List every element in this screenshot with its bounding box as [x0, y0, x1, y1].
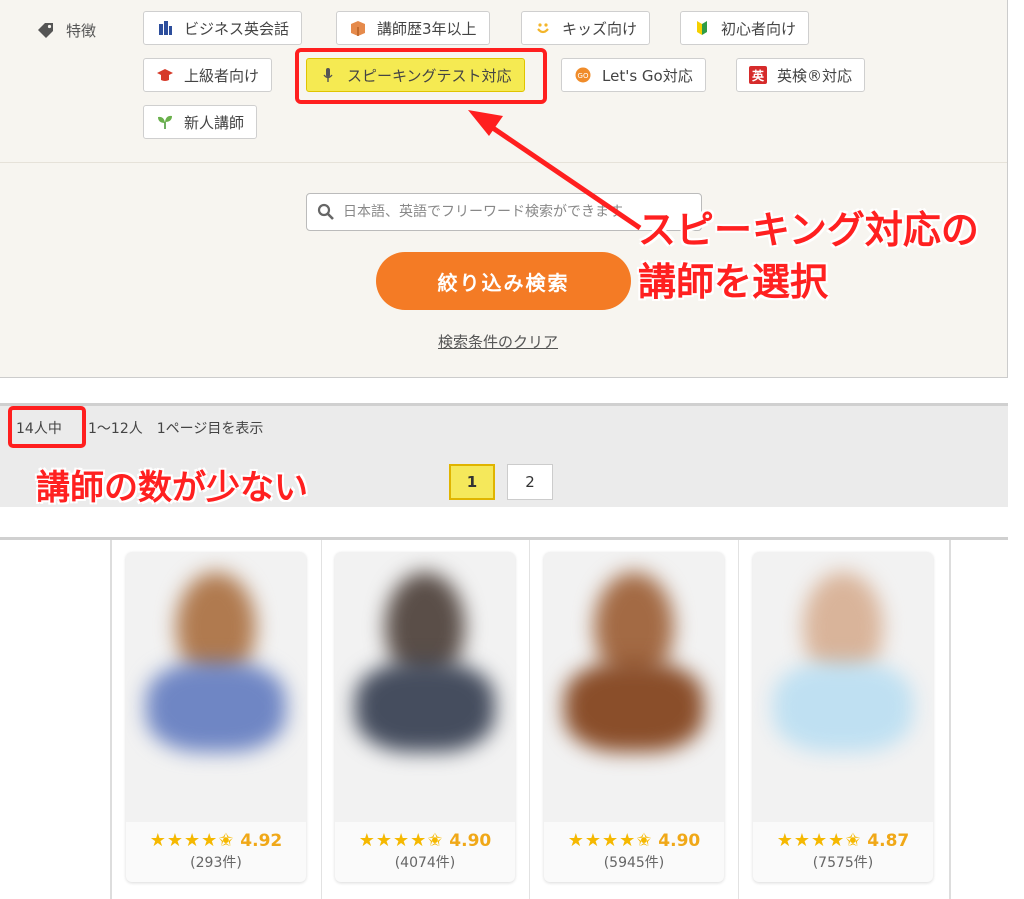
chip-label: キッズ向け: [562, 19, 638, 38]
feature-label-row: 特徴: [36, 20, 96, 41]
smile-icon: [534, 19, 552, 37]
chip-eiken[interactable]: 英 英検®対応: [736, 58, 866, 92]
teacher-card[interactable]: ★★★★✬ 4.92 (293件): [126, 552, 306, 882]
result-range: 1〜12人 1ページ目を表示: [88, 421, 264, 437]
star-rating-icon: ★★★★✬: [567, 830, 653, 851]
beginner-mark-icon: [693, 19, 711, 37]
teacher-card[interactable]: ★★★★✬ 4.90 (4074件): [335, 552, 515, 882]
chip-label: 講師歴3年以上: [377, 19, 477, 38]
teacher-photo: [544, 552, 724, 822]
teacher-card[interactable]: ★★★★✬ 4.90 (5945件): [544, 552, 724, 882]
teacher-rating: ★★★★✬ 4.90: [544, 830, 724, 851]
chip-business-english[interactable]: ビジネス英会話: [143, 11, 303, 45]
star-rating-icon: ★★★★✬: [776, 830, 862, 851]
microphone-icon: [319, 66, 337, 84]
annotation-few-teachers: 講師の数が少ない: [36, 468, 308, 508]
review-count: (7575件): [812, 855, 874, 871]
review-count: (4074件): [394, 855, 456, 871]
review-count: (293件): [190, 855, 242, 871]
box-icon: [349, 19, 367, 37]
rating-value: 4.90: [449, 831, 492, 851]
teacher-rating: ★★★★✬ 4.92: [126, 830, 306, 851]
chip-beginner[interactable]: 初心者向け: [680, 11, 810, 45]
page-button-2[interactable]: 2: [507, 464, 553, 500]
svg-text:GO: GO: [578, 72, 589, 80]
result-count-highlight: [8, 406, 86, 448]
chip-kids[interactable]: キッズ向け: [521, 11, 651, 45]
grid-column-line: [321, 540, 322, 899]
rating-value: 4.92: [240, 831, 283, 851]
chip-speaking-test[interactable]: スピーキングテスト対応: [306, 58, 525, 92]
grid-column-line: [529, 540, 530, 899]
chip-advanced[interactable]: 上級者向け: [143, 58, 273, 92]
graduation-cap-icon: [156, 66, 174, 84]
filter-search-button[interactable]: 絞り込み検索: [376, 252, 631, 310]
teacher-rating: ★★★★✬ 4.87: [753, 830, 933, 851]
teacher-photo: [335, 552, 515, 822]
chip-label: Let's Go対応: [602, 66, 693, 85]
teacher-card[interactable]: ★★★★✬ 4.87 (7575件): [753, 552, 933, 882]
filter-panel: [0, 0, 1008, 378]
teacher-rating: ★★★★✬ 4.90: [335, 830, 515, 851]
tag-icon: [38, 22, 53, 38]
chip-label: 英検®対応: [777, 66, 853, 85]
review-count: (5945件): [603, 855, 665, 871]
chip-label: ビジネス英会話: [184, 19, 290, 38]
chip-label: 初心者向け: [721, 19, 797, 38]
chip-label: 新人講師: [184, 113, 245, 132]
search-icon: [317, 203, 334, 220]
panel-divider: [0, 162, 1007, 163]
annotation-line-2: 講師を選択: [638, 260, 829, 304]
feature-label: 特徴: [66, 22, 97, 40]
letsgo-icon: GO: [574, 66, 592, 84]
star-rating-icon: ★★★★✬: [358, 830, 444, 851]
teacher-photo: [753, 552, 933, 822]
building-icon: [156, 19, 174, 37]
sprout-icon: [156, 113, 174, 131]
page-button-1[interactable]: 1: [449, 464, 495, 500]
annotation-select-speaking: スピーキング対応の 講師を選択: [638, 204, 979, 308]
grid-column-line: [738, 540, 739, 899]
chip-lets-go[interactable]: GO Let's Go対応: [561, 58, 706, 92]
chip-new-teacher[interactable]: 新人講師: [143, 105, 258, 139]
clear-conditions-link[interactable]: 検索条件のクリア: [438, 331, 558, 352]
chip-label: スピーキングテスト対応: [347, 66, 512, 85]
rating-value: 4.90: [658, 831, 701, 851]
chip-teaching-3years[interactable]: 講師歴3年以上: [336, 11, 490, 45]
eiken-icon: 英: [749, 66, 767, 84]
annotation-line-1: スピーキング対応の: [638, 208, 979, 252]
teacher-photo: [126, 552, 306, 822]
rating-value: 4.87: [867, 831, 910, 851]
chip-label: 上級者向け: [184, 66, 260, 85]
star-rating-icon: ★★★★✬: [149, 830, 235, 851]
